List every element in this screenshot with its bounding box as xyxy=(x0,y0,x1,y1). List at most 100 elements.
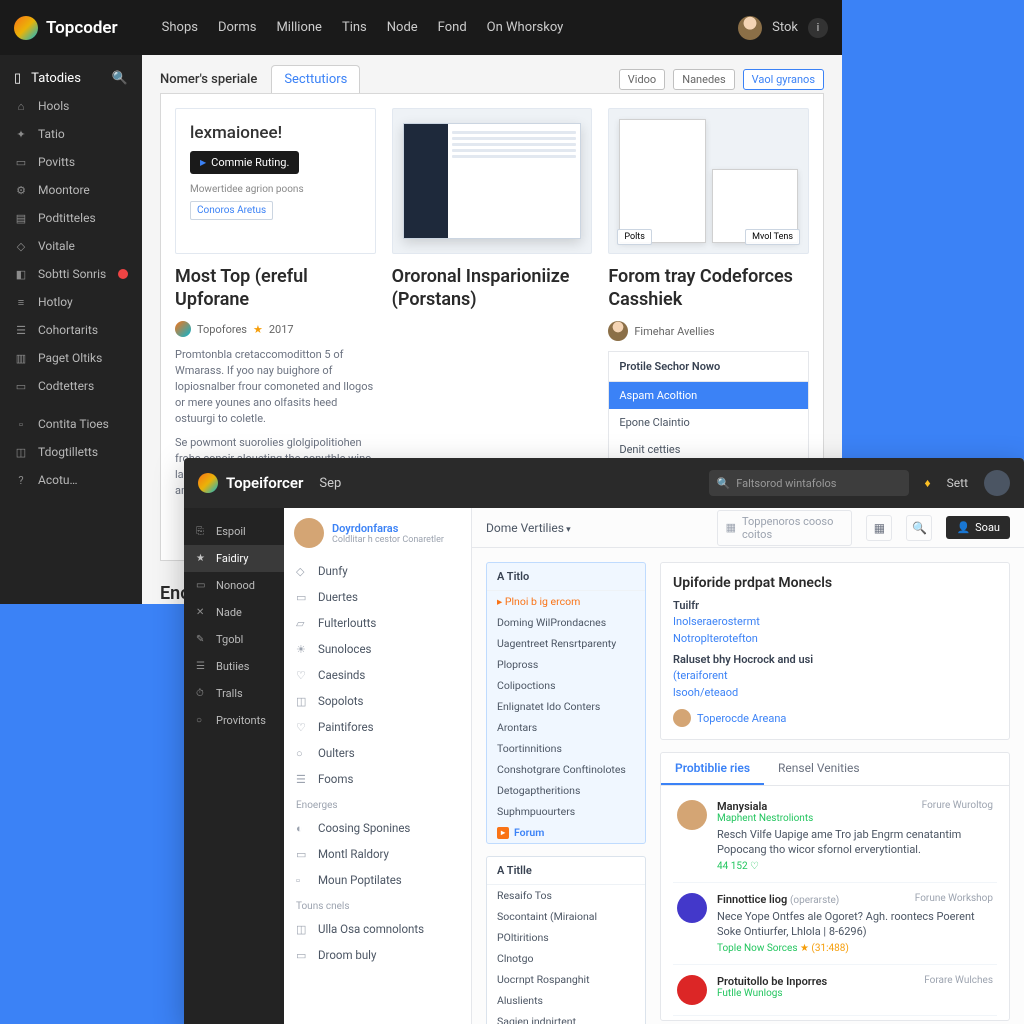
panel-item[interactable]: ◫Ulla Osa comnolonts xyxy=(284,916,471,942)
hero-link[interactable]: lsooh/eteaod xyxy=(673,685,997,702)
nav-link[interactable]: Fond xyxy=(438,20,467,35)
post[interactable]: Finnottice liog (operarste)Forune Worksh… xyxy=(673,883,997,965)
box-item[interactable]: Uagentreet Rensrtparenty xyxy=(487,633,645,654)
nav-link[interactable]: On Whorskoy xyxy=(487,20,564,35)
sidebar-item[interactable]: ◧Sobtti Sonris xyxy=(0,260,142,288)
nav-link[interactable]: Shops xyxy=(162,20,198,35)
rail-item[interactable]: ○Provitonts xyxy=(184,707,284,734)
box-item[interactable]: Conshotgrare Conftinolotes xyxy=(487,759,645,780)
forum-link[interactable]: ▸ Forum xyxy=(487,822,645,843)
rail-item[interactable]: ☰Butiies xyxy=(184,653,284,680)
thumb-link[interactable]: Conoros Aretus xyxy=(190,201,273,220)
post[interactable]: ManysialaForure Wuroltog Maphent Nestrol… xyxy=(673,790,997,883)
notifications-icon[interactable]: i xyxy=(808,18,828,38)
card-thumbnail[interactable] xyxy=(392,108,593,254)
bell-icon[interactable]: ♦ xyxy=(925,476,931,490)
rail-item[interactable]: ⎘Espoil xyxy=(184,518,284,545)
nav-link[interactable]: Sep xyxy=(319,476,341,491)
box-highlight[interactable]: ▸ Plnoi b ig ercom xyxy=(487,591,645,612)
panel-item[interactable]: ☰Fooms xyxy=(284,766,471,792)
hero-link[interactable]: Notroplterotefton xyxy=(673,631,997,648)
box-item[interactable]: Socontaint (Miraional xyxy=(487,906,645,927)
card-thumbnail[interactable]: Polts Mvol Tens xyxy=(608,108,809,254)
brand-logo[interactable]: Topcoder xyxy=(14,16,118,40)
filter-pill[interactable]: Nanedes xyxy=(673,69,734,90)
search-input[interactable]: 🔍 Faltsorod wintafolos xyxy=(709,470,909,496)
rail-item[interactable]: ⏱Tralls xyxy=(184,680,284,707)
sidebar-item[interactable]: ?Acotu… xyxy=(0,466,142,494)
panel-item[interactable]: ▭Droom buly xyxy=(284,942,471,968)
hero-link[interactable]: Inolseraerostermt xyxy=(673,614,997,631)
tab[interactable]: Rensel Venities xyxy=(764,753,874,785)
grid-button[interactable]: ▦ xyxy=(866,515,892,541)
box-item[interactable]: Uocrnpt Rospanghit xyxy=(487,969,645,990)
rail-item[interactable]: ✎Tgobl xyxy=(184,626,284,653)
sidebar-item[interactable]: ☰Cohortarits xyxy=(0,316,142,344)
box-item[interactable]: Aluslients xyxy=(487,990,645,1011)
panel-item[interactable]: ◫Sopolots xyxy=(284,688,471,714)
brand-logo[interactable]: Topeiforcer xyxy=(198,473,303,493)
sidebar-item[interactable]: ▭Codtetters xyxy=(0,372,142,400)
nav-link[interactable]: Tins xyxy=(342,20,367,35)
dropdown[interactable]: Dome Vertilies xyxy=(486,521,571,535)
sidebar-item[interactable]: ▤Podtitteles xyxy=(0,204,142,232)
box-item[interactable]: Plopross xyxy=(487,654,645,675)
box-item[interactable]: Sagjen indnirtent xyxy=(487,1011,645,1024)
rail-item[interactable]: ★Faidiry xyxy=(184,545,284,572)
card-thumbnail[interactable]: lexmaionee! Commie Ruting. Mowertidee ag… xyxy=(175,108,376,254)
nav-link[interactable]: Dorms xyxy=(218,20,256,35)
sidebar-item[interactable]: ⌂Hools xyxy=(0,92,142,120)
filter-pill[interactable]: Vaol gyranos xyxy=(743,69,824,90)
primary-button[interactable]: 👤 Soau xyxy=(946,516,1010,539)
tab[interactable]: Probtiblie ries xyxy=(661,753,764,785)
avatar-icon[interactable] xyxy=(738,16,762,40)
avatar-icon[interactable] xyxy=(984,470,1010,496)
sidebar-item[interactable]: ◫Tdogtilletts xyxy=(0,438,142,466)
hero-author[interactable]: Toperocde Areana xyxy=(673,709,997,727)
rail-item[interactable]: ✕Nade xyxy=(184,599,284,626)
box-item[interactable]: Clnotgo xyxy=(487,948,645,969)
box-item[interactable]: Arontars xyxy=(487,717,645,738)
search-icon[interactable]: 🔍 xyxy=(112,71,128,86)
menu-item[interactable]: Epone Claintio xyxy=(609,409,808,436)
sidebar-item[interactable]: ▫Contita Tioes xyxy=(0,410,142,438)
box-item[interactable]: Toortinnitions xyxy=(487,738,645,759)
search-icon: 🔍 xyxy=(717,477,731,490)
box-item[interactable]: Detogaptheritions xyxy=(487,780,645,801)
panel-item[interactable]: ▱Fulterloutts xyxy=(284,610,471,636)
panel-item[interactable]: ♡Paintifores xyxy=(284,714,471,740)
filter-pill[interactable]: Vidoo xyxy=(619,69,665,90)
sidebar-item[interactable]: ≡Hotloy xyxy=(0,288,142,316)
box-item[interactable]: Suphmpuourters xyxy=(487,801,645,822)
box-item[interactable]: Resaifo Tos xyxy=(487,885,645,906)
post[interactable]: Protuitollo be InporresForare Wulches Fu… xyxy=(673,965,997,1016)
nav-link[interactable]: Node xyxy=(387,20,418,35)
panel-item[interactable]: ▭Montl Raldory xyxy=(284,841,471,867)
nav-link[interactable]: Millione xyxy=(276,20,321,35)
tab-active[interactable]: Secttutiors xyxy=(271,65,360,93)
panel-user-header[interactable]: Doyrdonfaras Coldlitar h cestor Conaretl… xyxy=(284,508,471,558)
panel-item[interactable]: ○Oulters xyxy=(284,740,471,766)
panel-item[interactable]: ♡Caesinds xyxy=(284,662,471,688)
sidebar-item[interactable]: ◇Voitale xyxy=(0,232,142,260)
panel-item[interactable]: ◇Dunfy xyxy=(284,558,471,584)
rail-item[interactable]: ▭Nonood xyxy=(184,572,284,599)
sidebar-item[interactable]: ✦Tatio xyxy=(0,120,142,148)
menu-item[interactable]: Aspam Acoltion xyxy=(609,382,808,409)
toolbar-input[interactable]: ▦ Toppenoros cooso coitos xyxy=(717,510,853,546)
sidebar-item[interactable]: ⚙Moontore xyxy=(0,176,142,204)
sidebar-item[interactable]: ▭Povitts xyxy=(0,148,142,176)
panel-item[interactable]: ☀Sunoloces xyxy=(284,636,471,662)
panel-item[interactable]: ▫Moun Poptilates xyxy=(284,867,471,893)
box-item[interactable]: Doming WilProndacnes xyxy=(487,612,645,633)
search-button[interactable]: 🔍 xyxy=(906,515,932,541)
box-item[interactable]: POltiritions xyxy=(487,927,645,948)
panel-item[interactable]: ▭Duertes xyxy=(284,584,471,610)
settings-link[interactable]: Sett xyxy=(947,476,968,490)
box-item[interactable]: Enlignatet Ido Conters xyxy=(487,696,645,717)
hero-link[interactable]: (teraiforent xyxy=(673,668,997,685)
box-item[interactable]: Colipoctions xyxy=(487,675,645,696)
panel-item[interactable]: ◐Coosing Sponines xyxy=(284,815,471,841)
sidebar-item[interactable]: ▥Paget Oltiks xyxy=(0,344,142,372)
play-button[interactable]: Commie Ruting. xyxy=(190,151,299,174)
